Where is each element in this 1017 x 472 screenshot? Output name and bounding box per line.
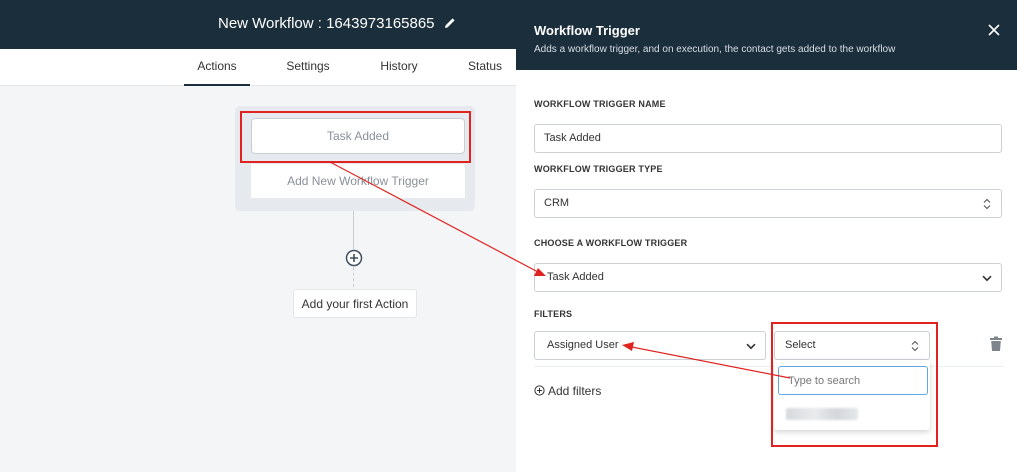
add-trigger-button[interactable]: Add New Workflow Trigger: [251, 164, 465, 198]
choose-trigger-select[interactable]: Task Added: [534, 263, 1002, 292]
chevron-down-icon: [982, 275, 992, 282]
trigger-name-value: Task Added: [544, 132, 601, 144]
tab-status[interactable]: Status: [458, 49, 512, 86]
chevron-down-icon: [746, 343, 756, 350]
tab-actions[interactable]: Actions: [184, 49, 250, 86]
trigger-type-value: CRM: [544, 197, 570, 209]
close-icon[interactable]: [987, 23, 1001, 37]
trigger-name-input[interactable]: Task Added: [534, 124, 1002, 153]
pencil-icon[interactable]: [443, 16, 457, 30]
trigger-highlight-box: [240, 111, 471, 163]
add-filters-button[interactable]: Add filters: [534, 384, 601, 398]
trigger-type-select[interactable]: CRM: [534, 189, 1002, 218]
filter-field-value: Assigned User: [547, 339, 619, 351]
choose-trigger-value: Task Added: [547, 271, 604, 283]
choose-trigger-label: CHOOSE A WORKFLOW TRIGGER: [534, 238, 688, 248]
select-highlight-box: [771, 322, 938, 447]
tabs-bar: Actions Settings History Status: [0, 49, 516, 86]
add-first-action-button[interactable]: Add your first Action: [293, 289, 417, 318]
trash-icon[interactable]: [989, 336, 1003, 352]
add-action-plus-icon[interactable]: [345, 249, 363, 267]
connector-dashed-line: [353, 267, 354, 287]
workflow-trigger-panel: Workflow Trigger Adds a workflow trigger…: [516, 0, 1017, 472]
plus-circle-icon: [534, 385, 545, 396]
panel-header: Workflow Trigger Adds a workflow trigger…: [516, 0, 1017, 70]
trigger-name-label: WORKFLOW TRIGGER NAME: [534, 99, 666, 109]
select-arrows-icon: [983, 198, 991, 210]
panel-title: Workflow Trigger: [534, 23, 640, 38]
panel-subtitle: Adds a workflow trigger, and on executio…: [534, 44, 896, 55]
trigger-type-label: WORKFLOW TRIGGER TYPE: [534, 164, 663, 174]
filters-label: FILTERS: [534, 309, 573, 319]
tab-history[interactable]: History: [369, 49, 429, 86]
tab-settings[interactable]: Settings: [277, 49, 339, 86]
filter-field-select[interactable]: Assigned User: [534, 331, 766, 360]
workflow-title: New Workflow : 1643973165865: [218, 15, 435, 32]
add-filters-label: Add filters: [548, 384, 602, 398]
connector-line: [353, 211, 354, 249]
